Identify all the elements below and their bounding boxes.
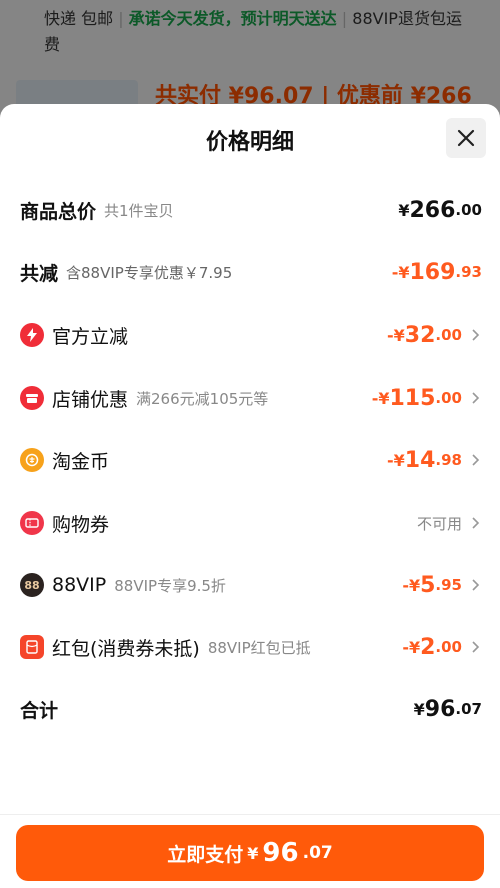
sum-row: 合计 ¥ 96 .07 [0, 689, 500, 729]
vip-label: 88VIP [52, 574, 107, 596]
red-packet-label: 红包(消费券未抵) [52, 637, 200, 660]
amount-integer: 115 [389, 385, 436, 411]
chevron-right-icon [472, 579, 480, 591]
close-icon [457, 129, 475, 147]
currency-symbol: -¥ [371, 388, 390, 408]
official-discount-label: 官方立减 [52, 325, 129, 348]
amount-decimal: .93 [455, 263, 482, 281]
currency-symbol: -¥ [402, 575, 421, 595]
currency-symbol: -¥ [402, 637, 421, 657]
chevron-right-icon [472, 454, 480, 466]
vip-amount: -¥ 5 .95 [402, 565, 482, 605]
amount-integer: 96 [424, 696, 456, 722]
amount-decimal: .07 [455, 700, 482, 718]
total-reduction-label: 共减 [20, 262, 59, 285]
currency-symbol: ¥ [398, 200, 410, 220]
red-packet-icon [20, 635, 44, 659]
pay-now-button[interactable]: 立即支付 ¥ 96 .07 [16, 825, 484, 881]
amount-decimal: .00 [435, 638, 462, 656]
coin-icon [20, 448, 44, 472]
red-packet-note: 88VIP红包已抵 [207, 638, 311, 657]
coupon-status: 不可用 [417, 503, 482, 543]
store-discount-amount: -¥ 115 .00 [372, 378, 482, 418]
coins-row[interactable]: 淘金币 -¥ 14 .98 [0, 440, 500, 480]
currency-symbol: -¥ [387, 325, 405, 345]
sheet-title: 价格明细 [205, 130, 294, 155]
amount-decimal: .00 [435, 326, 462, 344]
chevron-right-icon [472, 392, 480, 404]
chevron-right-icon [472, 641, 480, 653]
red-packet-row[interactable]: 红包(消费券未抵) 88VIP红包已抵 -¥ 2 .00 [0, 627, 500, 667]
total-reduction-amount: -¥ 169 .93 [392, 252, 482, 292]
vip-row[interactable]: 88 88VIP 88VIP专享9.5折 -¥ 5 .95 [0, 565, 500, 605]
pay-now-label: 立即支付 [167, 843, 244, 866]
vip-discount-note: 88VIP专享9.5折 [114, 576, 226, 595]
coupon-row[interactable]: 购物券 不可用 [0, 503, 500, 543]
chevron-right-icon [472, 517, 480, 529]
official-discount-row[interactable]: 官方立减 -¥ 32 .00 [0, 315, 500, 355]
total-reduction-note: 含88VIP专享优惠￥7.95 [66, 263, 233, 282]
store-discount-rule: 满266元减105元等 [136, 389, 269, 408]
amount-decimal: .00 [435, 389, 462, 407]
total-reduction-row: 共减 含88VIP专享优惠￥7.95 -¥ 169 .93 [0, 252, 500, 292]
official-discount-amount: -¥ 32 .00 [387, 315, 482, 355]
amount-integer: 14 [404, 447, 436, 473]
chevron-right-icon [472, 329, 480, 341]
goods-total-row: 商品总价 共1件宝贝 ¥ 266 .00 [0, 190, 500, 230]
vip-badge-icon: 88 [20, 573, 44, 597]
amount-decimal: .00 [455, 201, 482, 219]
shop-icon [20, 386, 44, 410]
amount-integer: 32 [404, 322, 436, 348]
pay-amount-integer: 96 [262, 838, 299, 868]
amount-integer: 266 [409, 197, 456, 223]
price-detail-sheet: 价格明细 商品总价 共1件宝贝 ¥ 266 .00 共减 含88VIP专享优惠￥… [0, 104, 500, 887]
sum-amount: ¥ 96 .07 [414, 689, 482, 729]
amount-integer: 2 [420, 634, 436, 660]
coupon-status-text: 不可用 [416, 514, 462, 533]
sum-label: 合计 [20, 699, 59, 722]
amount-decimal: .98 [435, 451, 462, 469]
goods-total-amount: ¥ 266 .00 [398, 190, 482, 230]
store-discount-label: 店铺优惠 [52, 388, 129, 411]
pay-currency-symbol: ¥ [247, 843, 259, 863]
pay-bar: 立即支付 ¥ 96 .07 [0, 814, 500, 888]
store-discount-row[interactable]: 店铺优惠 满266元减105元等 -¥ 115 .00 [0, 378, 500, 418]
pay-amount-decimal: .07 [302, 843, 333, 863]
close-button[interactable] [446, 118, 486, 158]
coupon-label: 购物券 [52, 513, 110, 536]
amount-integer: 169 [409, 259, 456, 285]
lightning-icon [20, 323, 44, 347]
red-packet-amount: -¥ 2 .00 [402, 627, 482, 667]
currency-symbol: -¥ [387, 450, 405, 470]
amount-decimal: .95 [435, 576, 462, 594]
coins-label: 淘金币 [52, 450, 110, 473]
goods-total-count: 共1件宝贝 [104, 201, 174, 220]
currency-symbol: ¥ [413, 699, 425, 719]
coins-amount: -¥ 14 .98 [387, 440, 482, 480]
goods-total-label: 商品总价 [20, 200, 97, 223]
amount-integer: 5 [420, 572, 436, 598]
ticket-icon [20, 511, 44, 535]
currency-symbol: -¥ [391, 262, 410, 282]
